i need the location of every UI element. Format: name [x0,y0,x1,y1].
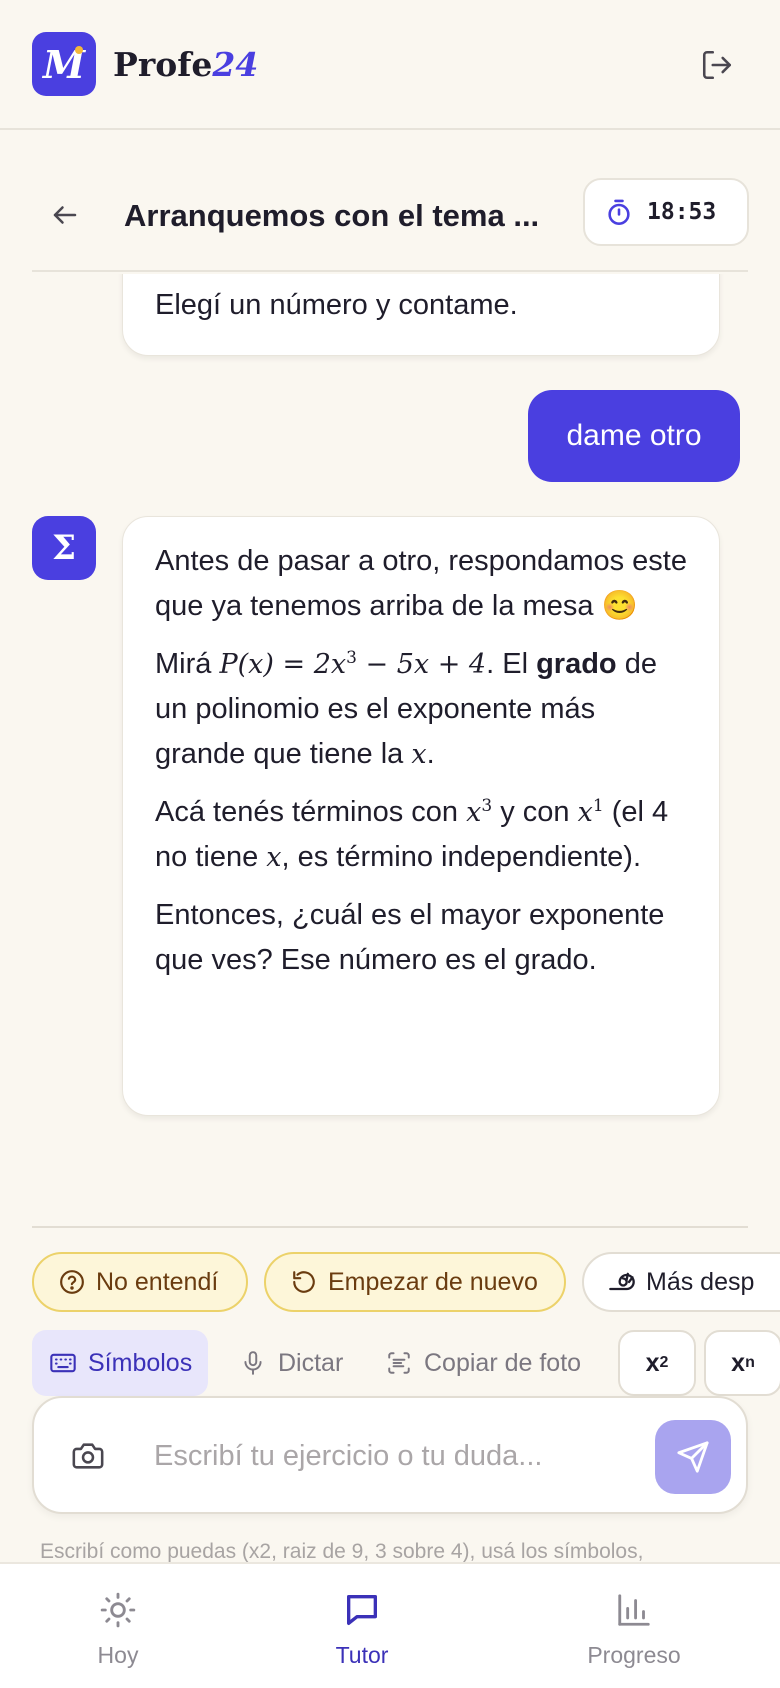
text-run: Mirá [155,648,220,680]
input-tools: Símbolos Dictar Copiar de foto x2 x n [32,1330,780,1396]
logo-dot [75,46,83,54]
math-exponent: 3 [346,648,357,668]
message-list[interactable]: Elegí un número y contame. dame otro Σ A… [0,274,780,1226]
sigma-icon: Σ [51,528,77,568]
user-message: dame otro [528,390,740,482]
text-run: . El [486,648,537,680]
arrow-left-icon [53,206,77,224]
math-variable: x [411,739,427,770]
tutor-message-previous: Elegí un número y contame. [122,274,720,356]
text-run: Acá tenés términos con [155,796,467,828]
math-run: − 5x + 4 [356,649,487,680]
squared-key[interactable]: x2 [618,1330,696,1396]
tutor-message: Antes de pasar a otro, respondamos este … [122,516,720,1116]
send-icon [677,1441,709,1473]
quick-replies: No entendí Empezar de nuevo Más desp [32,1252,780,1316]
chat-icon [342,1590,382,1630]
keyboard-icon [48,1348,78,1378]
math-variable: x [266,842,282,873]
back-button[interactable] [46,196,84,234]
math-exponent: 3 [481,796,493,816]
logout-button[interactable] [698,46,736,84]
message-paragraph: Antes de pasar a otro, respondamos este … [155,545,687,622]
send-button[interactable] [655,1420,731,1494]
text-run: y con [492,796,578,828]
microphone-icon [238,1348,268,1378]
math-expression: x1 [578,797,604,828]
camera-icon [72,1443,104,1469]
sun-icon [98,1590,138,1630]
scan-text-icon [384,1348,414,1378]
key-exponent: n [745,1354,755,1371]
chat-title: Arranquemos con el tema ... [124,198,540,233]
message-paragraph: Entonces, ¿cuál es el mayor exponente qu… [155,899,665,976]
message-composer [32,1396,748,1514]
nav-item-hoy[interactable]: Hoy [38,1590,198,1680]
logout-icon [702,50,732,80]
message-paragraph: Mirá P(x) = 2x3 − 5x + 4. El grado de un… [155,642,689,777]
message-text: dame otro [566,419,702,452]
math-variable: x [466,797,482,828]
key-base: x [731,1348,746,1377]
text-run: . [426,738,435,770]
math-expression: x3 [466,797,492,828]
no-entendi-chip[interactable]: No entendí [32,1252,248,1312]
brand-main: Profe [113,44,213,84]
brand-name: Profe24 [113,45,258,84]
chip-label: No entendí [96,1267,219,1296]
chip-label: Más desp [646,1267,755,1296]
copy-from-photo-button[interactable]: Copiar de foto [384,1330,581,1396]
key-exponent: 2 [659,1354,669,1371]
power-key[interactable]: xn [704,1330,780,1396]
nav-label: Tutor [335,1642,389,1668]
bar-chart-icon [614,1590,654,1630]
math-run: P(x) = 2x [219,649,347,680]
nav-label: Progreso [587,1642,681,1668]
question-circle-icon [58,1268,86,1296]
tutor-avatar: Σ [32,516,96,580]
tool-label: Símbolos [88,1348,193,1377]
nav-item-progreso[interactable]: Progreso [554,1590,714,1680]
timer-badge: 18:53 [583,178,749,246]
tool-label: Copiar de foto [424,1348,582,1377]
nav-item-tutor[interactable]: Tutor [282,1590,442,1680]
chat-header: Arranquemos con el tema ... 18:53 [32,172,749,272]
math-exponent: 1 [592,796,604,816]
empezar-de-nuevo-chip[interactable]: Empezar de nuevo [264,1252,566,1312]
text-run: , es término independiente). [281,841,642,873]
message-input[interactable] [154,1430,554,1482]
camera-button[interactable] [68,1438,108,1474]
timer-value: 18:53 [647,199,717,225]
bold-term: grado [536,648,617,680]
snail-icon [608,1268,636,1296]
dictate-button[interactable]: Dictar [238,1330,343,1396]
restart-icon [290,1268,318,1296]
chip-label: Empezar de nuevo [328,1267,538,1296]
mas-despacio-chip[interactable]: Más desp [582,1252,780,1312]
divider [32,1226,748,1228]
tool-label: Dictar [278,1348,344,1377]
key-base: x [645,1348,660,1377]
message-paragraph: Acá tenés términos con x3 y con x1 (el 4… [155,790,689,880]
nav-label: Hoy [97,1642,139,1668]
bottom-nav: Hoy Tutor Progreso [0,1562,780,1688]
app-logo[interactable]: M [32,32,96,96]
math-expression: P(x) = 2x3 − 5x + 4 [219,649,486,680]
symbols-button[interactable]: Símbolos [32,1330,209,1396]
stopwatch-icon [608,199,630,225]
math-variable: x [577,797,593,828]
message-text: Elegí un número y contame. [155,289,518,321]
brand-accent: 24 [212,44,259,84]
top-bar: M Profe24 [0,0,780,130]
